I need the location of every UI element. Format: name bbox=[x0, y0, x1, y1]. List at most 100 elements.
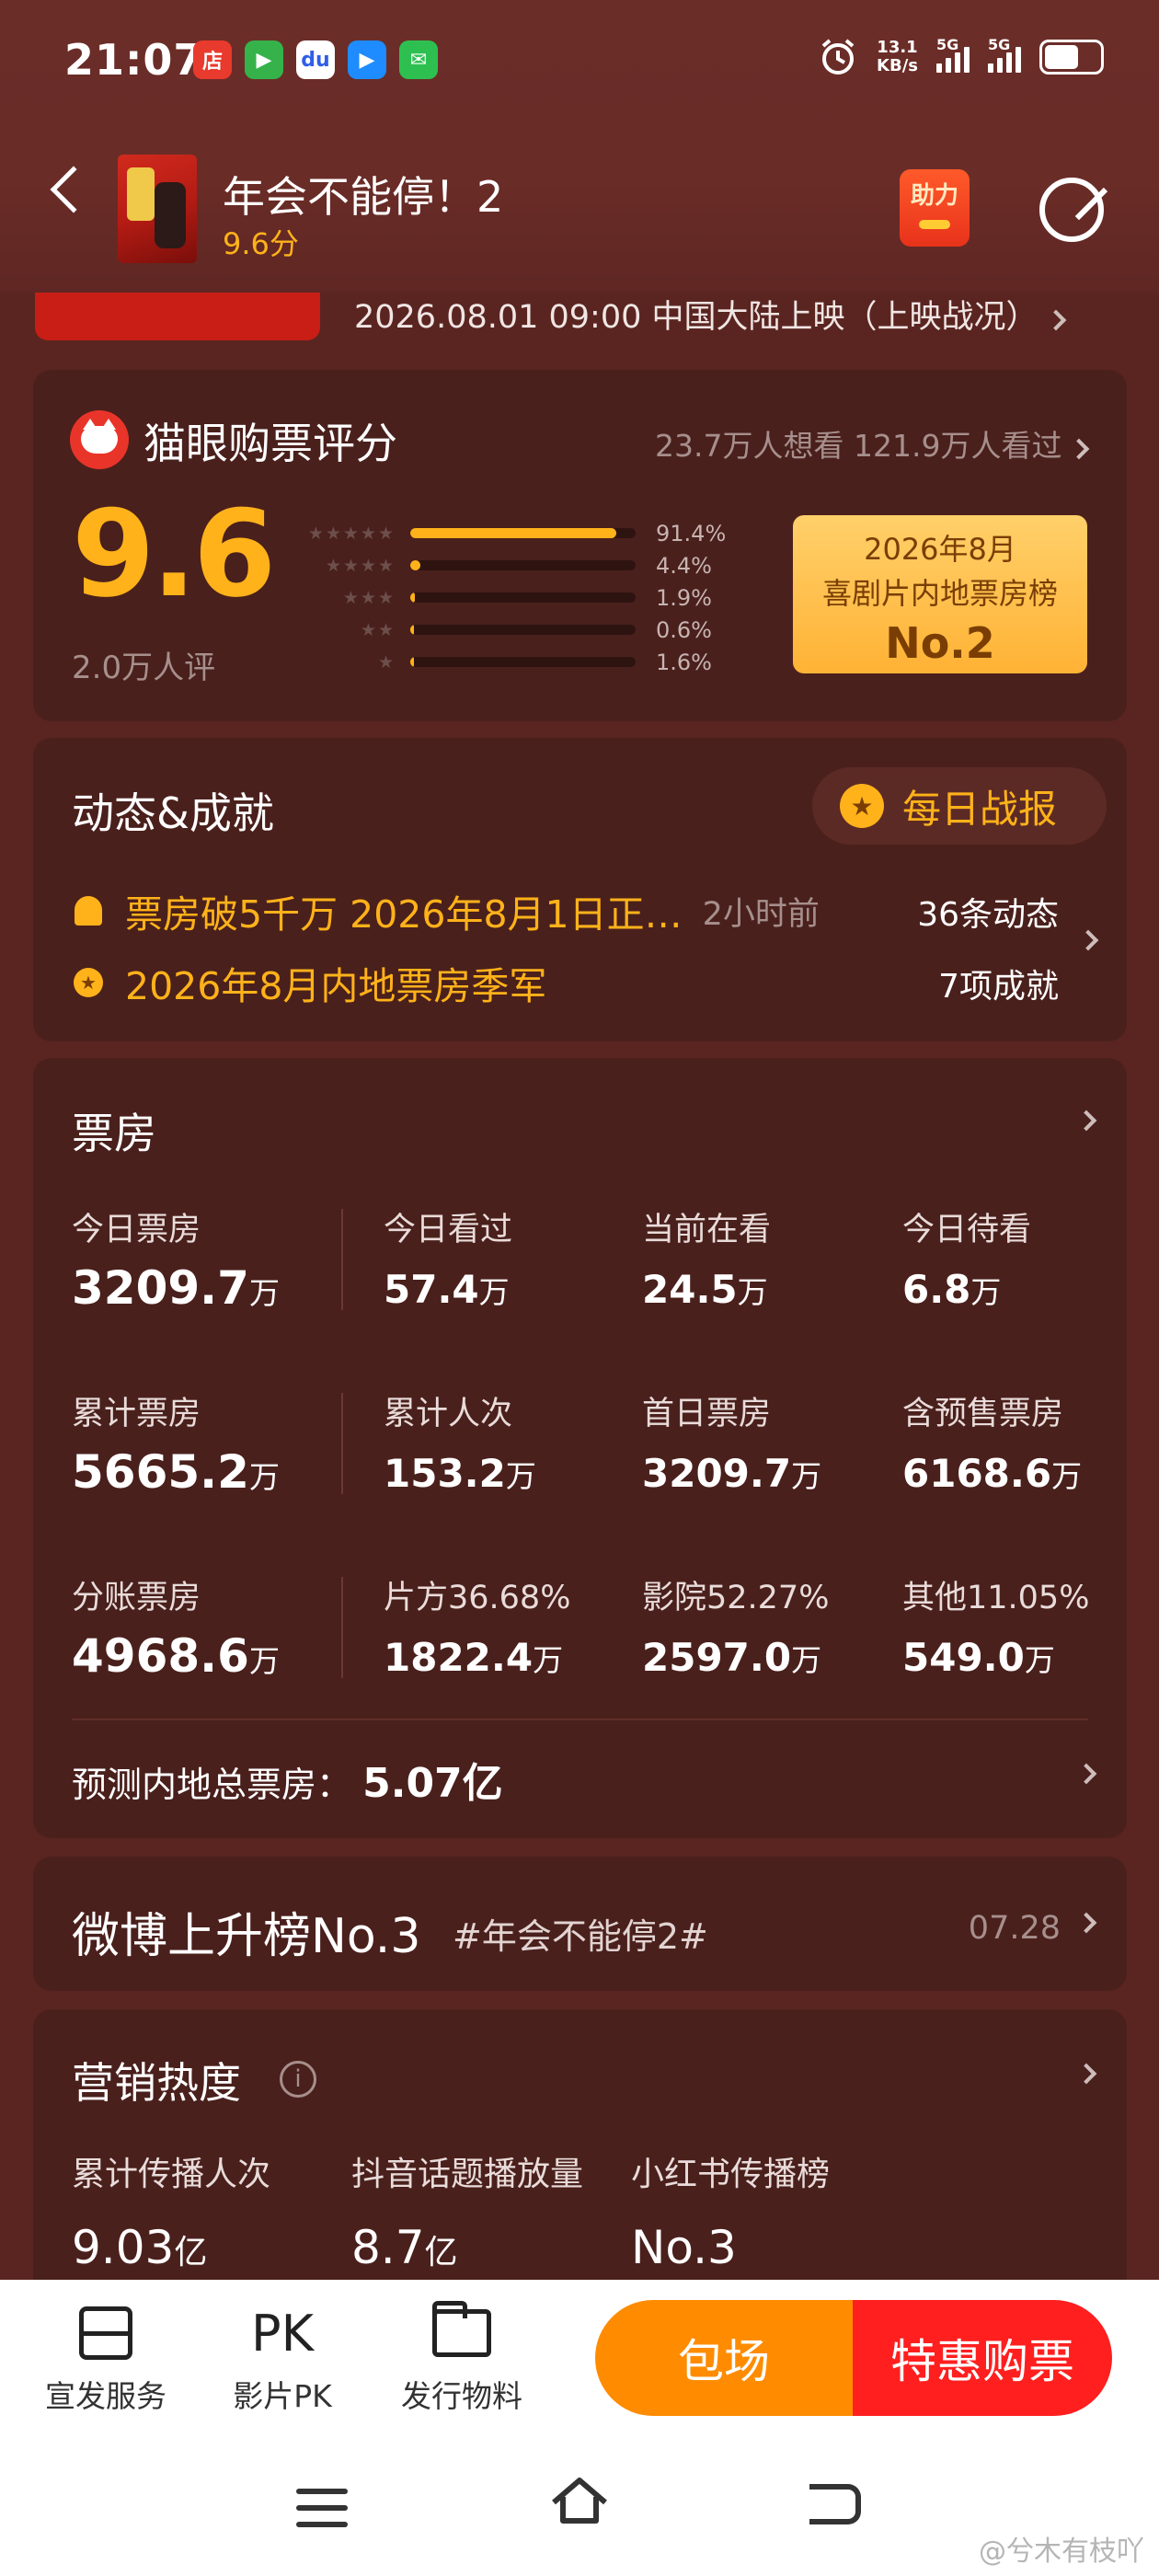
status-time: 21:07 bbox=[64, 35, 204, 85]
stars-icon: ★★★ bbox=[342, 587, 396, 608]
stat-value: 1822.4 bbox=[384, 1635, 534, 1680]
stat-first-day-box: 首日票房 3209.7万 bbox=[642, 1387, 821, 1496]
promotion-service-button[interactable]: 宣发服务 bbox=[37, 2304, 175, 2416]
stat-label: 其他11.05% bbox=[902, 1580, 1090, 1616]
server-icon bbox=[79, 2306, 132, 2360]
marketing-label: 抖音话题播放量 bbox=[351, 2156, 584, 2193]
marketing-douyin: 抖音话题播放量 8.7亿 bbox=[351, 2147, 583, 2274]
stars-icon: ★★★★ bbox=[325, 555, 396, 576]
chevron-right-icon[interactable] bbox=[1075, 2063, 1097, 2085]
rating-pct: 91.4% bbox=[656, 520, 727, 546]
stat-total-viewers: 累计人次 153.2万 bbox=[384, 1387, 536, 1496]
rating-row-3: ★★★ 1.9% bbox=[281, 581, 751, 614]
folder-icon bbox=[432, 2301, 491, 2357]
share-icon[interactable] bbox=[1039, 178, 1108, 242]
stat-unit: 万 bbox=[737, 1274, 768, 1310]
stat-value: 549.0 bbox=[902, 1635, 1025, 1680]
movie-pk-button[interactable]: PK 影片PK bbox=[213, 2304, 351, 2416]
weibo-hashtag: #年会不能停2# bbox=[453, 1916, 708, 1957]
stat-value: 24.5 bbox=[642, 1267, 738, 1312]
purchase-button-group: 包场 特惠购票 bbox=[595, 2300, 1112, 2416]
menu-icon[interactable] bbox=[296, 2489, 348, 2538]
store-app-icon: 店 bbox=[193, 40, 232, 79]
news-row-achievement[interactable]: ★ 2026年8月内地票房季军 bbox=[72, 955, 546, 1010]
book-screening-button[interactable]: 包场 bbox=[595, 2300, 853, 2416]
chevron-right-icon[interactable] bbox=[1075, 1110, 1097, 1132]
news-row-latest[interactable]: 票房破5千万 2026年8月1日正… 2小时前 bbox=[72, 883, 820, 938]
status-app-icons: 店 ▶ du ▶ ✉ bbox=[193, 40, 438, 79]
rank-badge-rank: No.2 bbox=[885, 618, 995, 668]
movie-score: 9.6分 bbox=[223, 226, 299, 261]
stat-label: 今日票房 bbox=[72, 1212, 201, 1248]
stat-unit: 万 bbox=[1051, 1458, 1083, 1494]
rating-row-5: ★★★★★ 91.4% bbox=[281, 517, 751, 549]
news-achievements-card[interactable]: 动态&成就 ★ 每日战报 票房破5千万 2026年8月1日正… 2小时前 36条… bbox=[33, 738, 1127, 1041]
divider bbox=[341, 1209, 343, 1310]
stat-unit: 万 bbox=[791, 1458, 822, 1494]
stat-value: 6.8 bbox=[902, 1267, 971, 1312]
stat-value: 2597.0 bbox=[642, 1635, 792, 1680]
chevron-right-icon bbox=[1068, 438, 1090, 460]
stat-label: 分账票房 bbox=[72, 1580, 201, 1616]
chevron-right-icon bbox=[1045, 309, 1066, 331]
news-achievement-text: 2026年8月内地票房季军 bbox=[125, 964, 547, 1008]
rating-pct: 1.9% bbox=[656, 584, 712, 611]
tool-label: 影片PK bbox=[233, 2378, 332, 2414]
stars-icon: ★★ bbox=[360, 619, 396, 640]
stat-unit: 万 bbox=[533, 1642, 564, 1678]
movie-poster-thumb[interactable] bbox=[118, 155, 197, 263]
tool-label: 宣发服务 bbox=[45, 2378, 166, 2414]
chevron-right-icon bbox=[1075, 1912, 1097, 1934]
player-app-icon: ▶ bbox=[348, 40, 386, 79]
release-info-link[interactable]: 2026.08.01 09:00 中国大陆上映（上映战况） bbox=[354, 291, 1066, 338]
home-icon[interactable] bbox=[550, 2475, 609, 2526]
rating-distribution: ★★★★★ 91.4% ★★★★ 4.4% ★★★ 1.9% ★★ 0.6% ★… bbox=[281, 517, 751, 678]
stat-unit: 万 bbox=[1024, 1642, 1055, 1678]
signal-2-label: 5G bbox=[988, 36, 1011, 53]
back-icon[interactable] bbox=[809, 2484, 861, 2524]
stat-cinema-share: 影院52.27% 2597.0万 bbox=[642, 1571, 829, 1680]
news-title: 动态&成就 bbox=[72, 788, 274, 838]
daily-report-button[interactable]: ★ 每日战报 bbox=[812, 767, 1107, 845]
box-office-rank-badge[interactable]: 2026年8月 喜剧片内地票房榜 No.2 bbox=[793, 515, 1087, 673]
predicted-total-box[interactable]: 预测内地总票房： 5.07亿 bbox=[72, 1750, 503, 1809]
signal-icon-2: 5G bbox=[988, 36, 1021, 73]
divider bbox=[341, 1577, 343, 1678]
stat-unit: 万 bbox=[248, 1275, 280, 1311]
bell-icon bbox=[72, 894, 105, 927]
rating-bar-5 bbox=[410, 528, 616, 538]
stat-unit: 万 bbox=[791, 1642, 822, 1678]
marketing-unit: 亿 bbox=[424, 2234, 458, 2271]
divider bbox=[341, 1393, 343, 1494]
stat-producer-share: 片方36.68% 1822.4万 bbox=[384, 1571, 570, 1680]
weibo-date: 07.28 bbox=[968, 1910, 1061, 1947]
marketing-label: 小红书传播榜 bbox=[631, 2156, 831, 2193]
weibo-rank-title: 微博上升榜No.3 bbox=[72, 1909, 421, 1964]
marketing-value: 8.7 bbox=[351, 2221, 425, 2274]
battery-icon bbox=[1039, 40, 1104, 75]
help-boost-button[interactable]: 助力 bbox=[900, 169, 970, 247]
stat-label: 今日看过 bbox=[384, 1212, 513, 1248]
stat-label: 今日待看 bbox=[902, 1212, 1032, 1248]
rating-row-4: ★★★★ 4.4% bbox=[281, 549, 751, 581]
marketing-value: No.3 bbox=[631, 2221, 737, 2274]
tool-label: 发行物料 bbox=[401, 2378, 522, 2414]
rating-pct: 4.4% bbox=[656, 552, 712, 579]
release-text: 2026.08.01 09:00 中国大陆上映（上映战况） bbox=[354, 299, 1039, 336]
want-seen-link[interactable]: 23.7万人想看 121.9万人看过 bbox=[655, 421, 1090, 466]
achievement-count: 7项成就 bbox=[938, 968, 1059, 1006]
stat-value: 4968.6 bbox=[72, 1629, 249, 1683]
info-icon[interactable]: i bbox=[280, 2061, 316, 2098]
buy-ticket-button[interactable]: 特惠购票 bbox=[853, 2300, 1112, 2416]
stat-unit: 万 bbox=[478, 1274, 510, 1310]
marketing-label: 累计传播人次 bbox=[72, 2156, 271, 2193]
weibo-rank-card[interactable]: 微博上升榜No.3 #年会不能停2# 07.28 bbox=[33, 1857, 1127, 1991]
distribution-materials-button[interactable]: 发行物料 bbox=[388, 2301, 535, 2416]
rating-bar-4 bbox=[410, 560, 420, 570]
rating-score: 9.6 bbox=[72, 484, 276, 624]
daily-report-label: 每日战报 bbox=[902, 786, 1058, 832]
stat-value: 3209.7 bbox=[72, 1261, 249, 1315]
rating-bar-2 bbox=[410, 625, 414, 635]
stat-watching: 当前在看 24.5万 bbox=[642, 1203, 771, 1312]
chevron-right-icon[interactable] bbox=[1075, 1763, 1097, 1785]
